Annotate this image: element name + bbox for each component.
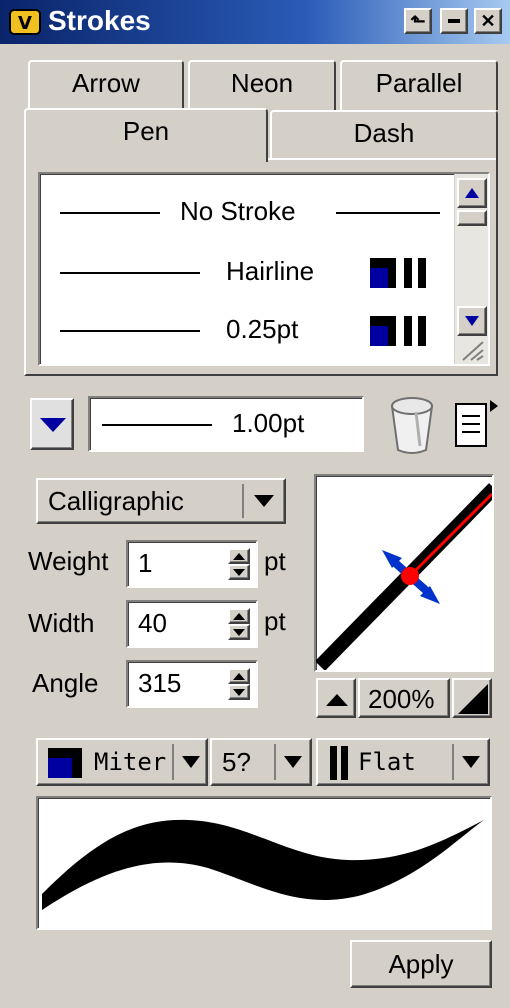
pen-type-value: Calligraphic <box>48 486 184 516</box>
weight-label: Weight <box>28 546 109 576</box>
stroke-sample <box>336 212 440 214</box>
tab-arrow-label: Arrow <box>72 68 140 98</box>
stroke-sample <box>60 330 200 332</box>
stroke-preview <box>36 796 492 930</box>
list-item[interactable]: No Stroke <box>40 188 450 236</box>
arrow-up-icon <box>233 552 245 560</box>
stroke-preview-graphic <box>42 819 484 910</box>
stroke-sample <box>60 212 160 214</box>
svg-text:V: V <box>18 13 32 34</box>
cap-style-icon <box>370 258 426 288</box>
width-stepper[interactable] <box>228 608 250 640</box>
width-field[interactable]: 40 <box>126 600 258 648</box>
zoom-level[interactable]: 200% <box>358 678 450 718</box>
stroke-sample <box>60 272 200 274</box>
list-item-label: No Stroke <box>180 196 296 226</box>
list-item-label: 0.25pt <box>226 314 299 344</box>
tab-dash[interactable]: Dash <box>270 110 498 160</box>
mountain-small-icon <box>326 694 348 706</box>
angle-stepper[interactable] <box>228 668 250 700</box>
apply-button[interactable]: Apply <box>350 940 492 988</box>
tab-neon[interactable]: Neon <box>188 60 336 110</box>
chevron-down-icon <box>462 756 480 768</box>
weight-stepper[interactable] <box>228 548 250 580</box>
width-unit: pt <box>264 606 286 636</box>
step-down-button[interactable] <box>228 684 250 700</box>
restore-icon: ⬑ <box>410 10 426 31</box>
tab-pen-label: Pen <box>122 116 170 146</box>
angle-field[interactable]: 315 <box>126 660 258 708</box>
nib-preview[interactable] <box>314 474 494 672</box>
trash-icon[interactable] <box>386 394 438 456</box>
app-icon: V <box>9 9 41 35</box>
zoom-out-button[interactable] <box>316 678 356 718</box>
tab-pen[interactable]: Pen <box>24 108 268 162</box>
minimize-icon <box>448 19 460 23</box>
list-item-label: Hairline <box>226 256 315 286</box>
list-item[interactable]: 0.25pt <box>40 306 450 354</box>
step-down-button[interactable] <box>228 624 250 640</box>
apply-button-label: Apply <box>388 949 454 979</box>
width-label: Width <box>28 608 95 638</box>
miter-join-icon <box>48 748 82 778</box>
list-scrollbar[interactable] <box>454 174 488 364</box>
arrow-down-icon <box>233 568 245 576</box>
weight-unit: pt <box>264 546 286 576</box>
nib-preview-graphic <box>316 483 492 670</box>
step-up-button[interactable] <box>228 608 250 624</box>
miter-limit-select[interactable]: 5? <box>210 738 312 786</box>
weight-field[interactable]: 1 <box>126 540 258 588</box>
arrow-up-icon <box>233 672 245 680</box>
cap-value: Flat <box>358 748 416 776</box>
chevron-down-icon <box>254 495 274 507</box>
cap-select[interactable]: Flat <box>316 738 490 786</box>
width-value: 40 <box>138 608 167 638</box>
close-button[interactable]: ✕ <box>474 8 502 34</box>
miter-limit-value: 5? <box>222 747 251 777</box>
arrow-down-icon <box>233 688 245 696</box>
step-down-button[interactable] <box>228 564 250 580</box>
chevron-down-icon <box>182 756 200 768</box>
step-up-button[interactable] <box>228 548 250 564</box>
new-stroke-icon[interactable] <box>452 398 500 452</box>
mountain-large-icon <box>458 684 488 714</box>
stroke-name-value: 1.00pt <box>232 408 305 438</box>
tab-parallel[interactable]: Parallel <box>340 60 498 110</box>
scroll-down-button[interactable] <box>457 306 487 336</box>
weight-value: 1 <box>138 548 153 578</box>
window-title: Strokes <box>48 5 151 36</box>
zoom-value: 200% <box>368 684 435 714</box>
arrow-up-icon <box>465 188 479 198</box>
stroke-dropdown-button[interactable] <box>30 398 74 450</box>
step-up-button[interactable] <box>228 668 250 684</box>
arrow-up-icon <box>233 612 245 620</box>
zoom-in-button[interactable] <box>452 678 492 718</box>
triangle-down-icon <box>40 418 66 432</box>
tab-neon-label: Neon <box>230 68 294 98</box>
scroll-thumb[interactable] <box>457 210 487 226</box>
tab-dash-label: Dash <box>353 118 415 148</box>
resize-grip-icon[interactable] <box>459 338 485 362</box>
stroke-sample <box>102 424 212 426</box>
chevron-down-icon <box>284 756 302 768</box>
close-icon: ✕ <box>480 10 496 31</box>
stroke-list[interactable]: No Stroke Hairline 0.25pt <box>38 172 490 366</box>
tab-arrow[interactable]: Arrow <box>28 60 184 110</box>
pen-type-select[interactable]: Calligraphic <box>36 478 286 524</box>
stroke-name-field[interactable]: 1.00pt <box>88 396 364 452</box>
join-value: Miter <box>94 748 167 776</box>
tab-parallel-label: Parallel <box>375 68 463 98</box>
arrow-down-icon <box>465 316 479 326</box>
angle-label: Angle <box>32 668 99 698</box>
scroll-up-button[interactable] <box>457 178 487 208</box>
angle-value: 315 <box>138 668 182 698</box>
title-bar[interactable]: V Strokes ⬑ ✕ <box>0 0 510 44</box>
list-item[interactable]: Hairline <box>40 248 450 296</box>
minimize-button[interactable] <box>440 8 468 34</box>
restore-button[interactable]: ⬑ <box>404 8 432 34</box>
arrow-down-icon <box>233 628 245 636</box>
cap-style-icon <box>370 316 426 346</box>
join-select[interactable]: Miter <box>36 738 208 786</box>
flat-cap-icon <box>330 746 348 780</box>
